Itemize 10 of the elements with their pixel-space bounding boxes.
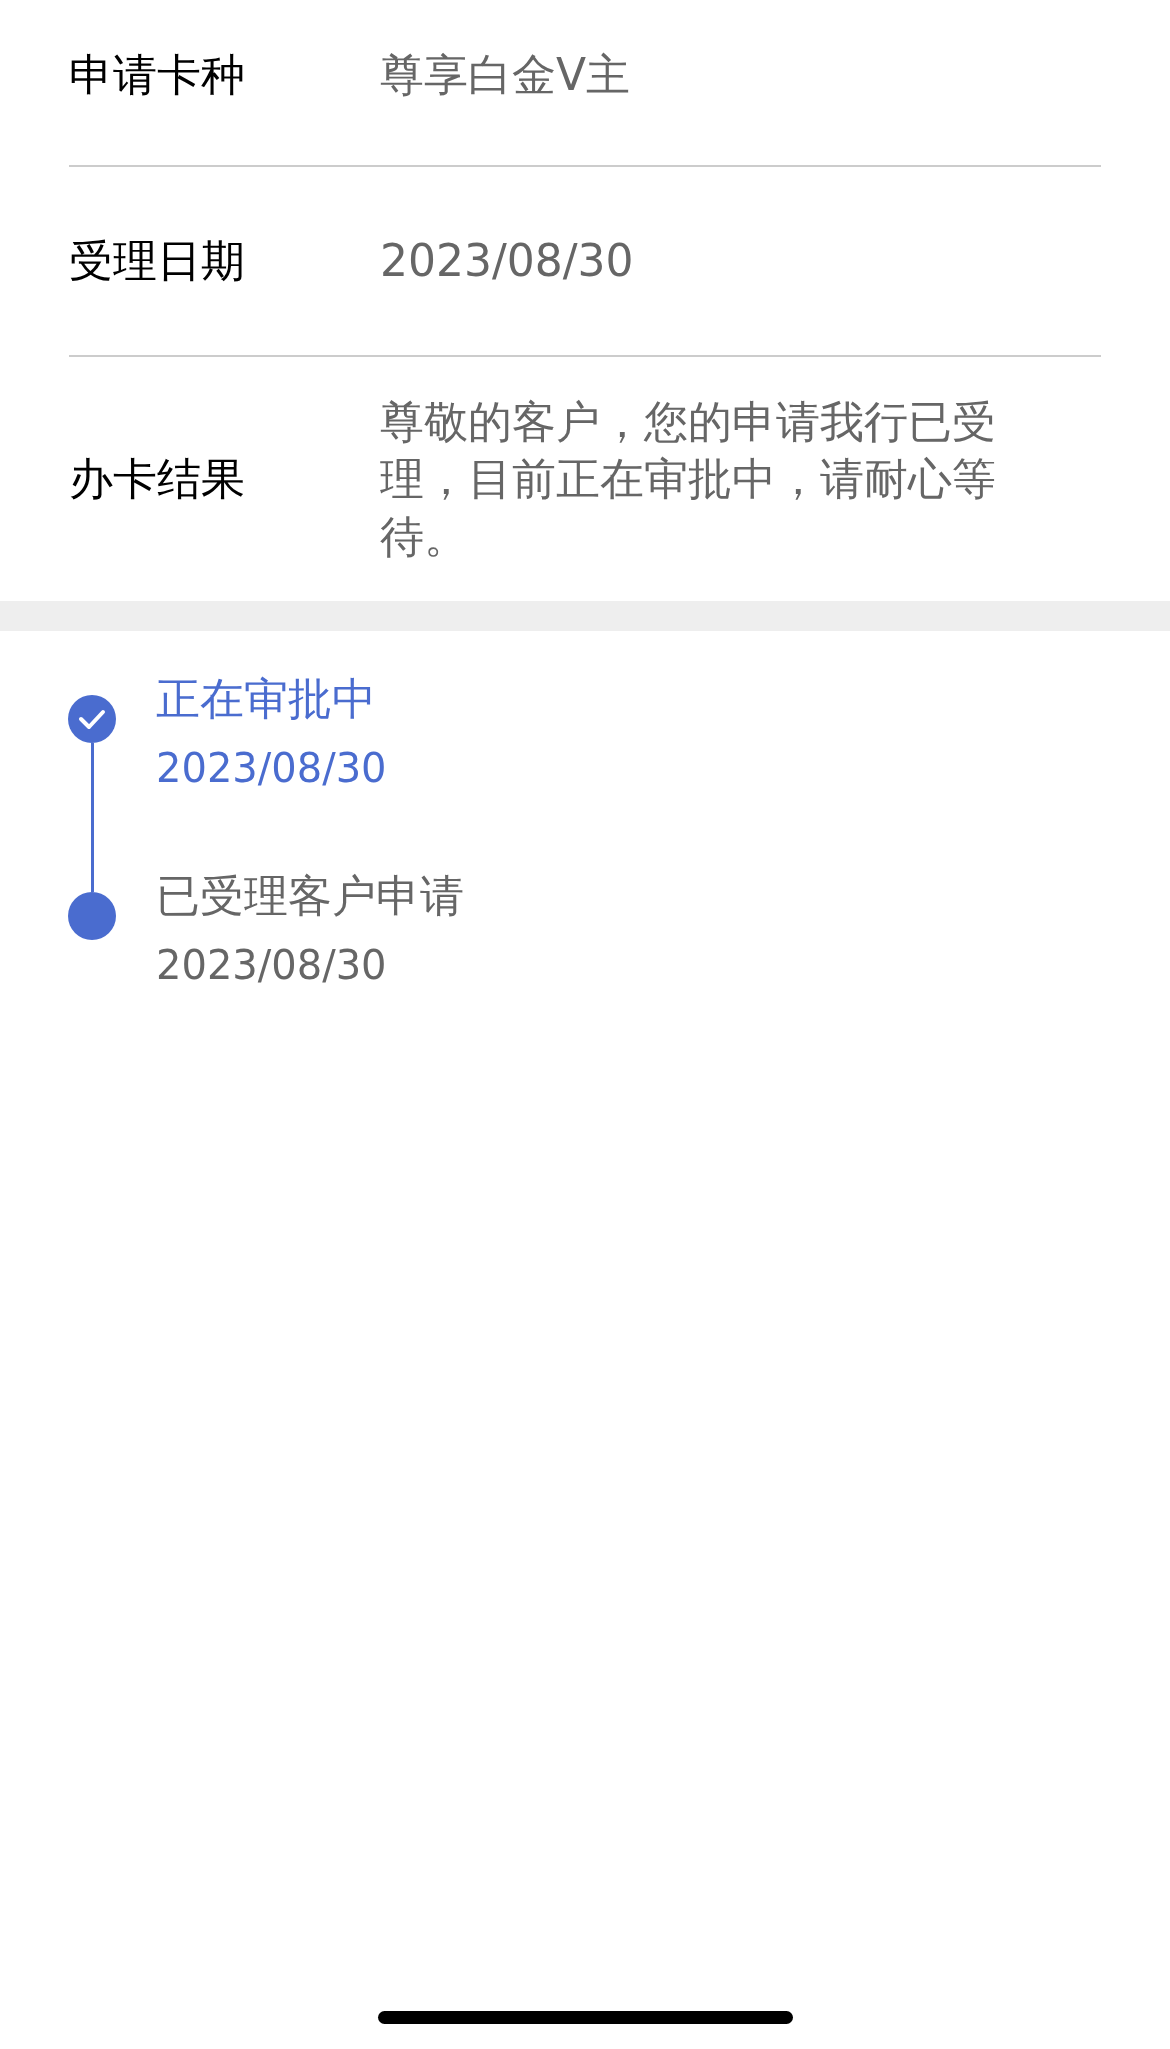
field-label: 办卡结果 (69, 452, 246, 506)
field-label: 受理日期 (69, 234, 246, 288)
field-label: 申请卡种 (69, 48, 246, 102)
step-date: 2023/08/30 (156, 941, 388, 990)
field-value: 尊享白金V主 (380, 48, 632, 103)
step-title: 正在审批中 (156, 672, 377, 726)
step-title: 已受理客户申请 (156, 869, 464, 923)
step-date: 2023/08/30 (156, 744, 387, 793)
field-value: 尊敬的客户，您的申请我行已受理，目前正在审批中，请耐心等待。 (380, 395, 997, 564)
field-value: 2023/08/30 (380, 234, 635, 289)
